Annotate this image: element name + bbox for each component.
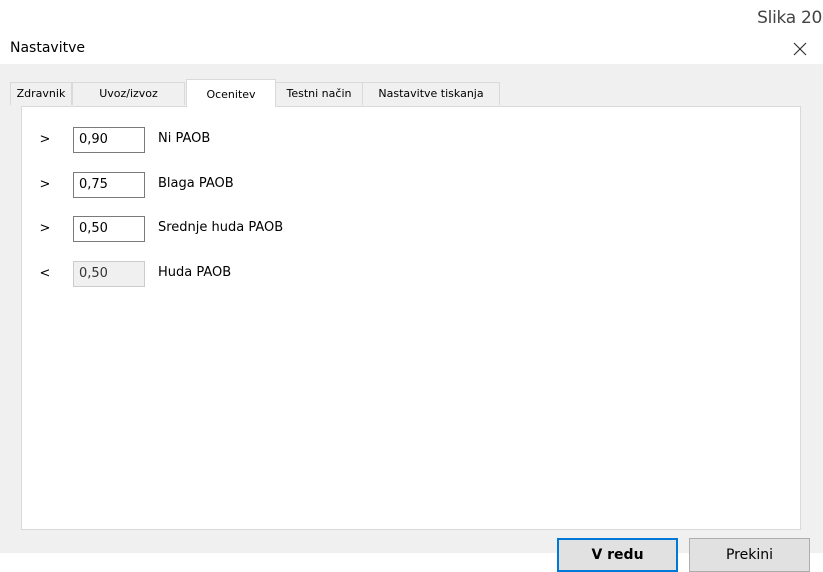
dialog-title: Nastavitve: [10, 40, 85, 56]
threshold-input-srednje-huda-paob[interactable]: 0,50: [73, 216, 145, 242]
tab-strip: Zdravnik Uvoz/izvoz Ocenitev Testni nači…: [10, 79, 510, 107]
threshold-label: Ni PAOB: [158, 131, 211, 146]
threshold-row: > 0,50 Srednje huda PAOB: [22, 216, 422, 242]
operator-label: >: [39, 221, 51, 236]
cancel-button[interactable]: Prekini: [689, 538, 810, 572]
threshold-row: > 0,75 Blaga PAOB: [22, 172, 422, 198]
threshold-label: Huda PAOB: [158, 265, 232, 280]
threshold-row: > 0,90 Ni PAOB: [22, 127, 422, 153]
close-button[interactable]: [788, 37, 812, 61]
operator-label: >: [39, 132, 51, 147]
title-bar: Nastavitve: [0, 34, 823, 64]
threshold-label: Blaga PAOB: [158, 176, 234, 191]
settings-dialog: Nastavitve Zdravnik Uvoz/izvoz Ocenitev …: [0, 34, 823, 572]
tab-uvoz-izvoz[interactable]: Uvoz/izvoz: [72, 82, 185, 105]
tab-ocenitev[interactable]: Ocenitev: [186, 79, 276, 107]
threshold-row: < 0,50 Huda PAOB: [22, 261, 422, 287]
threshold-input-huda-paob: 0,50: [73, 261, 145, 287]
threshold-label: Srednje huda PAOB: [158, 220, 284, 235]
operator-label: >: [39, 177, 51, 192]
operator-label: <: [39, 266, 51, 281]
threshold-input-blaga-paob[interactable]: 0,75: [73, 172, 145, 198]
figure-label: Slika 20: [757, 8, 822, 28]
tab-zdravnik[interactable]: Zdravnik: [10, 82, 72, 105]
threshold-input-ni-paob[interactable]: 0,90: [73, 127, 145, 153]
tab-nastavitve-tiskanja[interactable]: Nastavitve tiskanja: [362, 82, 500, 105]
tab-testni-nacin[interactable]: Testni način: [275, 82, 363, 105]
ok-button[interactable]: V redu: [557, 538, 678, 572]
ocenitev-panel: > 0,90 Ni PAOB > 0,75 Blaga PAOB > 0,50 …: [21, 106, 801, 530]
close-icon: [793, 42, 807, 56]
